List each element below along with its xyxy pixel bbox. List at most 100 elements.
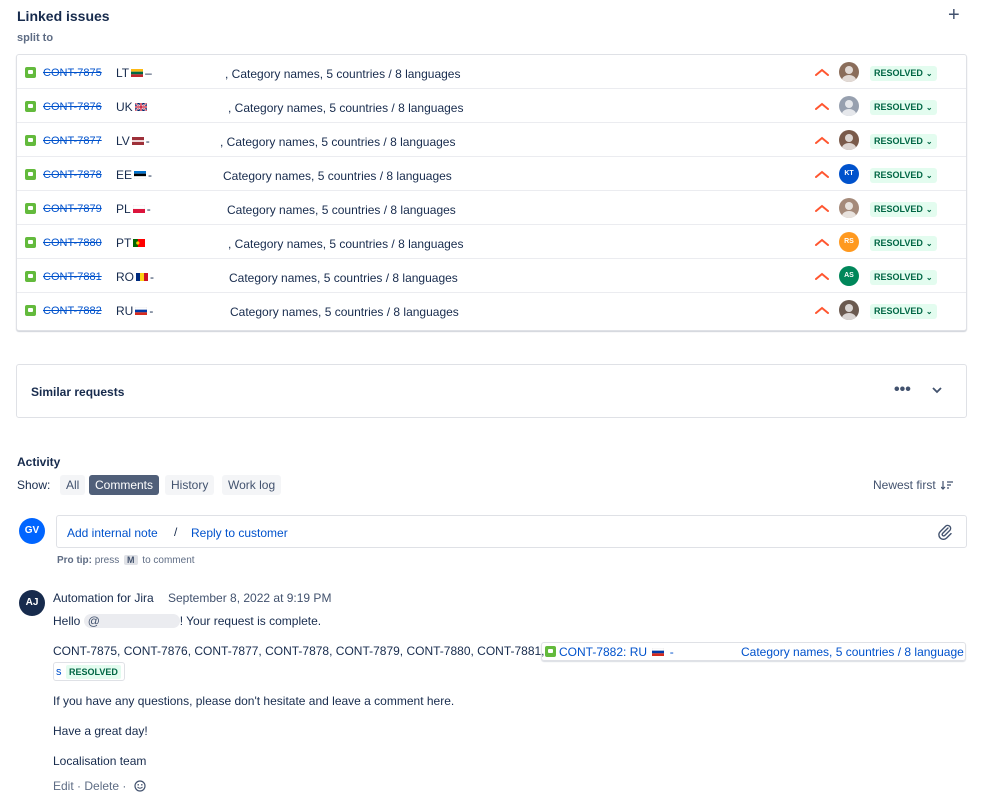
issue-country-code: PL - (116, 202, 151, 216)
assignee-avatar[interactable]: KT (839, 164, 859, 184)
flag-poland-icon (132, 205, 145, 213)
status-dropdown[interactable]: RESOLVED ⌄ (870, 100, 937, 115)
flag-russia-icon (652, 648, 665, 656)
shortcut-key: M (124, 555, 138, 565)
high-priority-icon (815, 68, 829, 76)
edit-comment-button[interactable]: Edit (53, 779, 74, 793)
high-priority-icon (815, 170, 829, 178)
comment-date[interactable]: September 8, 2022 at 9:19 PM (168, 591, 331, 605)
flag-lithuania-icon (131, 69, 144, 77)
issue-summary[interactable]: , Category names, 5 countries / 8 langua… (228, 237, 463, 251)
linked-issue-row[interactable]: CONT-7875 LT – , Category names, 5 countrie… (17, 55, 966, 89)
plus-icon[interactable]: + (948, 5, 960, 25)
delete-comment-button[interactable]: Delete (84, 779, 119, 793)
reply-to-customer-link[interactable]: Reply to customer (191, 526, 288, 540)
high-priority-icon (815, 204, 829, 212)
sort-icon (940, 481, 954, 490)
issue-summary[interactable]: Category names, 5 countries / 8 language… (229, 271, 458, 285)
assignee-avatar[interactable] (839, 96, 859, 116)
story-icon (25, 305, 36, 316)
issue-summary[interactable]: Category names, 5 countries / 8 language… (230, 305, 459, 319)
status-dropdown[interactable]: RESOLVED ⌄ (870, 202, 937, 217)
pro-tip-label: Pro tip: (57, 555, 92, 566)
issue-key-link[interactable]: CONT-7880 (43, 237, 102, 249)
linked-issue-row[interactable]: CONT-7878 EE - Category names, 5 countries … (17, 157, 966, 191)
filter-history[interactable]: History (165, 475, 215, 495)
status-dropdown[interactable]: RESOLVED ⌄ (870, 236, 937, 251)
high-priority-icon (815, 102, 829, 110)
issue-key-link[interactable]: CONT-7876 (43, 101, 102, 113)
issue-summary[interactable]: , Category names, 5 countries / 8 langua… (220, 135, 455, 149)
story-icon (25, 67, 36, 78)
inline-card-key: CONT-7882: RU - (559, 645, 674, 659)
issue-key-link[interactable]: CONT-7878 (43, 169, 102, 181)
issue-key-link[interactable]: CONT-7882 (43, 305, 102, 317)
linked-issues-list: CONT-7875 LT – , Category names, 5 countrie… (16, 54, 967, 331)
linked-issue-row[interactable]: CONT-7876 UK , Category names, 5 countries… (17, 89, 966, 123)
assignee-avatar[interactable] (839, 130, 859, 150)
issue-country-code: RU - (116, 304, 154, 318)
issue-country-code: RO - (116, 270, 154, 284)
pro-tip: Pro tip: press M to comment (57, 555, 195, 566)
inline-card-summary: Category names, 5 countries / 8 language (741, 645, 964, 659)
show-label: Show: (17, 478, 51, 492)
linked-issue-row[interactable]: CONT-7877 LV - , Category names, 5 countrie… (17, 123, 966, 157)
issue-summary[interactable]: Category names, 5 countries / 8 language… (227, 203, 456, 217)
linked-issue-row[interactable]: CONT-7880 PT , Category names, 5 countries… (17, 225, 966, 259)
paperclip-icon[interactable] (937, 524, 953, 540)
comment-editor[interactable]: Add internal note / Reply to customer (56, 515, 967, 548)
sort-button[interactable]: Newest first (873, 478, 954, 492)
flag-russia-icon (135, 307, 148, 315)
user-mention[interactable]: @ (83, 614, 180, 628)
linked-issue-row[interactable]: CONT-7881 RO - Category names, 5 countries … (17, 259, 966, 293)
more-icon[interactable]: ••• (894, 381, 911, 399)
comment-keys-line: CONT-7875, CONT-7876, CONT-7877, CONT-78… (53, 644, 545, 658)
status-dropdown[interactable]: RESOLVED ⌄ (870, 168, 937, 183)
chevron-down-icon[interactable] (931, 384, 943, 396)
inline-card-status: RESOLVED (66, 665, 121, 679)
chevron-down-icon: ⌄ (925, 171, 933, 180)
request-complete-text: ! Your request is complete. (179, 614, 322, 628)
issue-summary[interactable]: Category names, 5 countries / 8 language… (223, 169, 452, 183)
inline-issue-card-continued[interactable]: s RESOLVED (53, 662, 125, 681)
assignee-avatar[interactable]: AS (839, 266, 859, 286)
issue-key-link[interactable]: CONT-7881 (43, 271, 102, 283)
chevron-down-icon: ⌄ (925, 239, 933, 248)
assignee-avatar[interactable] (839, 198, 859, 218)
linked-issue-row[interactable]: CONT-7882 RU - Category names, 5 countries … (17, 293, 966, 327)
issue-summary[interactable]: , Category names, 5 countries / 8 langua… (228, 101, 463, 115)
flag-romania-icon (136, 273, 148, 281)
dot-separator: · (77, 779, 82, 793)
status-dropdown[interactable]: RESOLVED ⌄ (870, 66, 937, 81)
high-priority-icon (815, 136, 829, 144)
issue-key-link[interactable]: CONT-7875 (43, 67, 102, 79)
inline-issue-card[interactable]: CONT-7882: RU - Category names, 5 countr… (541, 642, 966, 661)
story-icon (25, 237, 36, 248)
story-icon (545, 646, 556, 657)
issue-summary[interactable]: , Category names, 5 countries / 8 langua… (225, 67, 460, 81)
chevron-down-icon: ⌄ (925, 69, 933, 78)
assignee-avatar[interactable] (839, 62, 859, 82)
issue-key-link[interactable]: CONT-7877 (43, 135, 102, 147)
assignee-avatar[interactable]: RS (839, 232, 859, 252)
assignee-avatar[interactable] (839, 300, 859, 320)
comment-signature: Localisation team (53, 754, 147, 768)
separator: / (174, 525, 178, 539)
filter-work-log[interactable]: Work log (222, 475, 282, 495)
emoji-icon[interactable] (134, 780, 146, 792)
high-priority-icon (815, 238, 829, 246)
greeting-text: Hello (53, 614, 81, 628)
chevron-down-icon: ⌄ (925, 307, 933, 316)
filter-all[interactable]: All (60, 475, 86, 495)
comment-author: Automation for Jira (53, 591, 154, 605)
issue-key-link[interactable]: CONT-7879 (43, 203, 102, 215)
status-dropdown[interactable]: RESOLVED ⌄ (870, 304, 937, 319)
filter-comments[interactable]: Comments (89, 475, 160, 495)
story-icon (25, 135, 36, 146)
status-dropdown[interactable]: RESOLVED ⌄ (870, 270, 937, 285)
comment-great-day: Have a great day! (53, 724, 148, 738)
status-dropdown[interactable]: RESOLVED ⌄ (870, 134, 937, 149)
similar-requests-title: Similar requests (31, 385, 125, 399)
add-internal-note-link[interactable]: Add internal note (67, 526, 158, 540)
linked-issue-row[interactable]: CONT-7879 PL - Category names, 5 countries … (17, 191, 966, 225)
